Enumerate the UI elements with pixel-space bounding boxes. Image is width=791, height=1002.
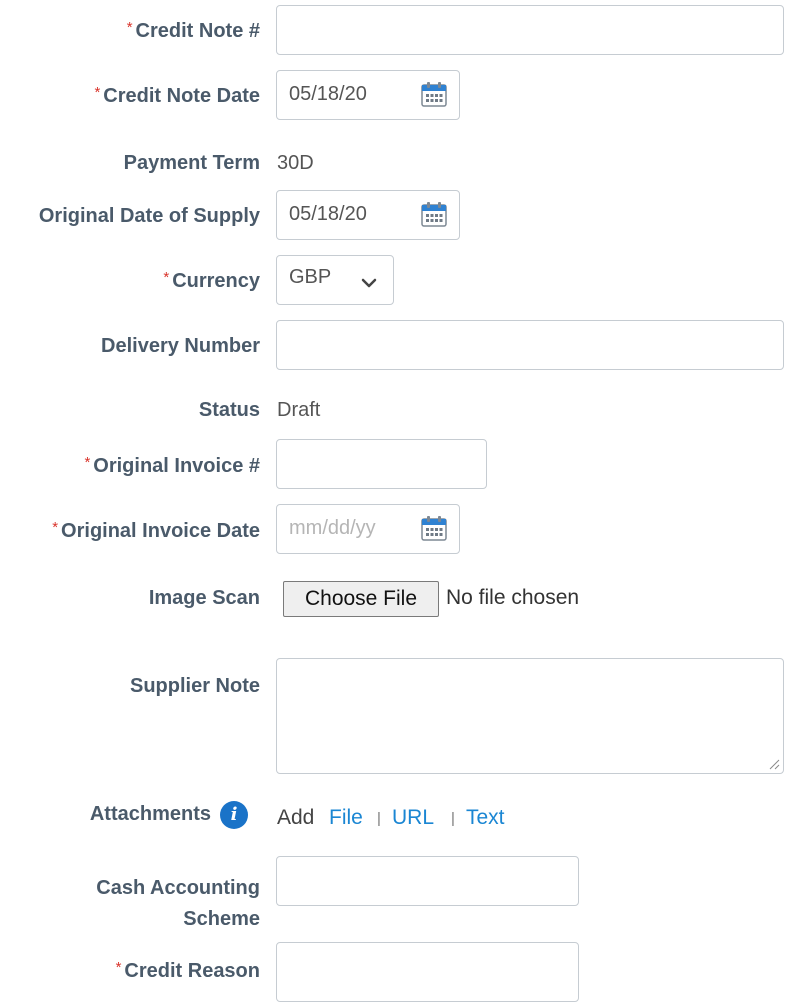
credit-note-date-label: * Credit Note Date	[94, 84, 260, 108]
attachments-label: Attachments	[89, 803, 211, 825]
original-invoice-date-input[interactable]: mm/dd/yy	[276, 504, 460, 554]
credit-note-number-label: * Credit Note #	[126, 19, 260, 43]
original-invoice-number-input[interactable]	[276, 439, 487, 489]
required-marker: *	[126, 19, 133, 36]
status-label: Status	[198, 399, 260, 421]
delivery-number-input[interactable]	[276, 320, 784, 370]
cash-accounting-label-line1: Cash Accounting	[96, 877, 260, 899]
credit-note-date-label-text: Credit Note Date	[103, 85, 260, 107]
separator: |	[377, 810, 381, 827]
supplier-note-textarea[interactable]	[276, 658, 784, 774]
currency-label: * Currency	[163, 269, 260, 293]
chevron-down-icon	[361, 278, 377, 288]
info-icon[interactable]: i	[220, 801, 248, 829]
add-file-link[interactable]: File	[329, 806, 363, 830]
separator: |	[451, 810, 455, 827]
credit-note-date-value: 05/18/20	[289, 83, 367, 105]
credit-reason-label-text: Credit Reason	[124, 960, 260, 982]
payment-term-label: Payment Term	[123, 152, 260, 174]
required-marker: *	[115, 959, 122, 976]
original-invoice-date-label: * Original Invoice Date	[52, 519, 260, 543]
currency-select[interactable]: GBP	[276, 255, 394, 305]
credit-note-date-input[interactable]: 05/18/20	[276, 70, 460, 120]
required-marker: *	[52, 519, 59, 536]
add-text-link[interactable]: Text	[466, 806, 505, 830]
required-marker: *	[94, 84, 101, 101]
original-date-supply-input[interactable]: 05/18/20	[276, 190, 460, 240]
delivery-number-label: Delivery Number	[101, 335, 260, 357]
credit-note-number-input[interactable]	[276, 5, 784, 55]
required-marker: *	[84, 454, 91, 471]
attachments-add-text: Add	[277, 806, 315, 829]
payment-term-value: 30D	[277, 152, 314, 174]
supplier-note-label: Supplier Note	[129, 675, 260, 697]
resize-handle-icon[interactable]	[768, 758, 780, 770]
credit-reason-input[interactable]	[276, 942, 579, 1002]
currency-label-text: Currency	[172, 270, 260, 292]
original-invoice-number-label: * Original Invoice #	[84, 454, 260, 478]
cash-accounting-scheme-label: Cash Accounting Scheme	[96, 873, 260, 935]
original-date-supply-value: 05/18/20	[289, 203, 367, 225]
original-invoice-number-label-text: Original Invoice #	[93, 455, 260, 477]
credit-reason-label: * Credit Reason	[115, 959, 260, 983]
cash-accounting-label-line2: Scheme	[183, 908, 260, 930]
image-scan-label: Image Scan	[148, 587, 260, 609]
required-marker: *	[163, 269, 170, 286]
original-date-supply-label: Original Date of Supply	[38, 205, 260, 227]
file-status-text: No file chosen	[446, 586, 580, 609]
original-invoice-date-placeholder: mm/dd/yy	[289, 517, 376, 539]
calendar-icon[interactable]	[421, 201, 447, 227]
original-invoice-date-label-text: Original Invoice Date	[61, 520, 260, 542]
calendar-icon[interactable]	[421, 515, 447, 541]
cash-accounting-scheme-input[interactable]	[276, 856, 579, 906]
add-url-link[interactable]: URL	[392, 806, 434, 830]
status-value: Draft	[277, 399, 321, 421]
choose-file-button[interactable]: Choose File	[283, 581, 439, 617]
currency-selected-value: GBP	[289, 266, 332, 288]
calendar-icon[interactable]	[421, 81, 447, 107]
credit-note-number-label-text: Credit Note #	[135, 20, 260, 42]
